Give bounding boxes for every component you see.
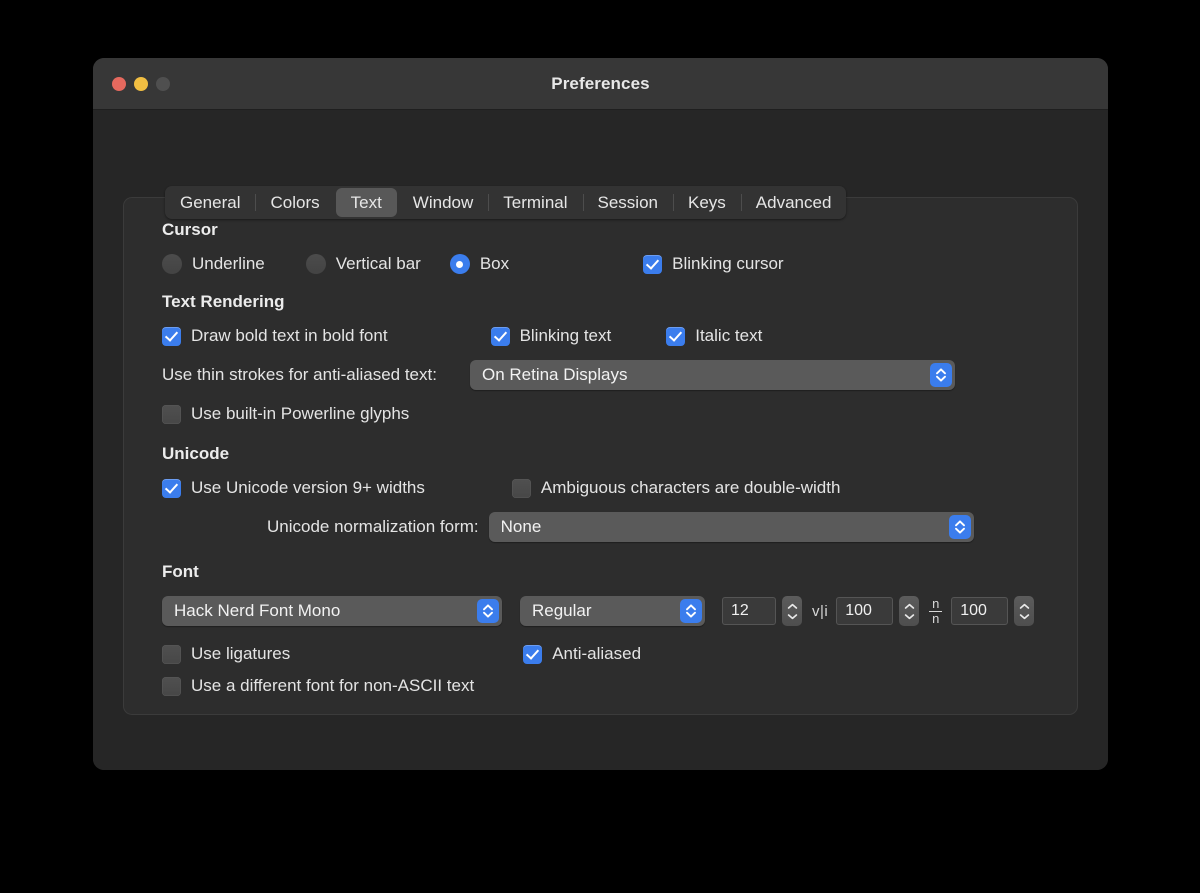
checkbox-ambiguous-double-width-label: Ambiguous characters are double-width: [540, 478, 841, 497]
font-style-select[interactable]: Regular: [520, 596, 705, 626]
unicode-section-title: Unicode: [162, 444, 230, 463]
radio-underline-label: Underline: [192, 254, 265, 273]
radio-vertical-bar[interactable]: [305, 254, 326, 274]
close-window-button[interactable]: [112, 76, 126, 91]
font-size-input[interactable]: 12: [722, 597, 776, 625]
horizontal-spacing-value: 100: [845, 602, 872, 619]
font-size-value: 12: [731, 602, 749, 619]
tab-label: Colors: [270, 192, 320, 212]
vertical-spacing-value: 100: [960, 602, 987, 619]
tab-label: Keys: [688, 192, 726, 212]
radio-vertical-bar-label: Vertical bar: [335, 254, 421, 273]
tab-label: Session: [597, 192, 658, 212]
checkbox-use-ligatures[interactable]: [162, 644, 181, 664]
vertical-spacing-icon: nn: [929, 596, 943, 626]
checkbox-blinking-text-label: Blinking text: [519, 326, 612, 345]
checkbox-draw-bold[interactable]: [162, 326, 181, 346]
checkbox-italic-text[interactable]: [666, 326, 686, 346]
zoom-window-button: [156, 76, 170, 91]
checkbox-blinking-text[interactable]: [490, 326, 510, 346]
radio-underline[interactable]: [162, 254, 182, 274]
checkbox-ambiguous-double-width[interactable]: [511, 478, 531, 498]
font-family-value: Hack Nerd Font Mono: [174, 601, 341, 620]
checkbox-unicode9-widths-label: Use Unicode version 9+ widths: [191, 478, 425, 497]
checkbox-powerline-glyphs[interactable]: [162, 404, 181, 424]
preferences-tabbar: General Colors Text Window Terminal Sess…: [165, 186, 847, 219]
tab-label: Text: [350, 192, 382, 212]
preferences-window: Preferences General Colors Text Window T…: [93, 58, 1108, 770]
horizontal-spacing-icon: v|i: [812, 602, 829, 620]
tab-label: Window: [412, 192, 474, 212]
tab-window[interactable]: Window: [398, 188, 488, 217]
unicode-normalization-label: Unicode normalization form:: [267, 517, 479, 536]
chevron-updown-icon: [477, 599, 499, 623]
thin-strokes-label: Use thin strokes for anti-aliased text:: [162, 365, 437, 384]
text-settings-panel: Cursor Underline Vertical bar Box Blinki…: [123, 197, 1078, 715]
unicode-section: Unicode Use Unicode version 9+ widths Am…: [162, 444, 1039, 542]
thin-strokes-value: On Retina Displays: [481, 365, 628, 384]
vertical-spacing-icon-bottom: n: [932, 610, 940, 626]
cursor-section: Cursor Underline Vertical bar Box Blinki…: [162, 220, 1039, 274]
traffic-light-group: [112, 76, 170, 91]
checkbox-use-ligatures-label: Use ligatures: [191, 644, 291, 663]
horizontal-spacing-input[interactable]: 100: [836, 597, 894, 625]
tab-general[interactable]: General: [165, 188, 255, 217]
text-rendering-section: Text Rendering Draw bold text in bold fo…: [162, 292, 1039, 424]
tab-colors[interactable]: Colors: [255, 188, 334, 217]
tab-session[interactable]: Session: [582, 188, 673, 217]
checkbox-italic-text-label: Italic text: [695, 326, 763, 345]
checkbox-blinking-cursor[interactable]: [643, 254, 663, 274]
checkbox-non-ascii-font-label: Use a different font for non-ASCII text: [191, 676, 475, 695]
window-title: Preferences: [551, 73, 650, 93]
checkbox-anti-aliased[interactable]: [523, 644, 543, 664]
unicode-normalization-value: None: [500, 517, 542, 536]
text-rendering-section-title: Text Rendering: [162, 292, 285, 311]
font-section-title: Font: [162, 562, 199, 581]
checkbox-blinking-cursor-label: Blinking cursor: [672, 254, 784, 273]
tab-text[interactable]: Text: [335, 188, 397, 217]
font-size-stepper[interactable]: [782, 596, 802, 626]
font-style-value: Regular: [532, 601, 592, 620]
checkbox-non-ascii-font[interactable]: [162, 676, 181, 696]
window-titlebar: Preferences: [93, 58, 1108, 110]
font-section: Font Hack Nerd Font Mono Regular 12 v|i …: [162, 562, 1039, 696]
tab-advanced[interactable]: Advanced: [740, 188, 847, 217]
window-body: General Colors Text Window Terminal Sess…: [93, 110, 1108, 770]
checkbox-anti-aliased-label: Anti-aliased: [552, 644, 642, 663]
tab-terminal[interactable]: Terminal: [488, 188, 582, 217]
tab-keys[interactable]: Keys: [673, 188, 741, 217]
radio-box[interactable]: [449, 254, 470, 274]
font-family-select[interactable]: Hack Nerd Font Mono: [162, 596, 502, 626]
tab-label: Terminal: [503, 192, 568, 212]
checkbox-draw-bold-label: Draw bold text in bold font: [191, 326, 388, 345]
tab-label: General: [180, 192, 241, 212]
horizontal-spacing-stepper[interactable]: [899, 596, 920, 626]
chevron-updown-icon: [680, 599, 702, 623]
unicode-normalization-select[interactable]: None: [488, 512, 974, 542]
thin-strokes-select[interactable]: On Retina Displays: [469, 360, 955, 390]
vertical-spacing-input[interactable]: 100: [951, 597, 1009, 625]
minimize-window-button[interactable]: [134, 76, 148, 91]
chevron-updown-icon: [929, 363, 952, 387]
screen: Preferences General Colors Text Window T…: [0, 0, 1200, 893]
checkbox-powerline-glyphs-label: Use built-in Powerline glyphs: [191, 404, 410, 423]
chevron-updown-icon: [948, 515, 971, 539]
cursor-section-title: Cursor: [162, 220, 218, 239]
checkbox-unicode9-widths[interactable]: [162, 478, 181, 498]
radio-box-label: Box: [479, 254, 510, 273]
vertical-spacing-icon-top: n: [932, 596, 940, 612]
vertical-spacing-stepper[interactable]: [1014, 596, 1035, 626]
tab-label: Advanced: [755, 192, 832, 212]
